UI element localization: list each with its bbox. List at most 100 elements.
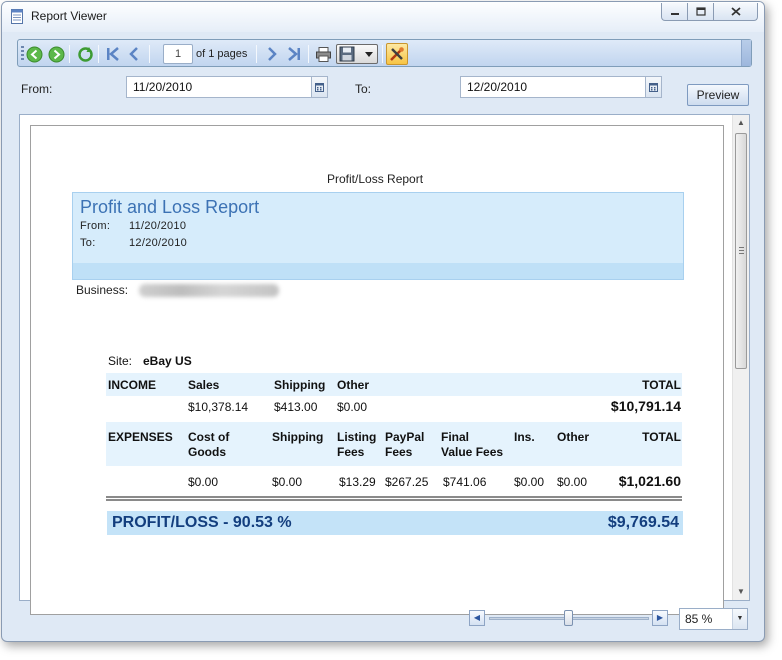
header-line: Final <box>441 430 470 444</box>
report-toolbar: 1 of 1 pages <box>17 39 752 67</box>
window-controls <box>661 3 758 21</box>
close-icon <box>730 7 741 16</box>
minimize-icon <box>670 12 679 15</box>
header-line: Fees <box>337 445 365 459</box>
report-to-value: 12/20/2010 <box>129 237 188 249</box>
first-page-button[interactable] <box>104 45 122 63</box>
zoom-in-icon[interactable]: ▶ <box>652 610 668 626</box>
site-label: Site: <box>108 354 133 368</box>
profit-loss-label: PROFIT/LOSS - 90.53 % <box>112 514 292 531</box>
expenses-shipping-value: $0.00 <box>272 475 303 489</box>
scroll-up-icon[interactable]: ▲ <box>733 115 749 131</box>
header-band <box>73 263 683 279</box>
last-page-icon <box>288 47 300 61</box>
expenses-label: EXPENSES <box>108 430 173 444</box>
calendar-icon[interactable] <box>311 77 327 97</box>
income-shipping-header: Shipping <box>274 378 326 392</box>
close-button[interactable] <box>714 3 758 21</box>
preview-button[interactable]: Preview <box>687 84 749 106</box>
toolbar-overflow[interactable] <box>741 40 751 66</box>
expenses-total-header: TOTAL <box>642 430 681 444</box>
site-value: eBay US <box>143 354 192 368</box>
toolbar-grip[interactable] <box>21 46 24 62</box>
to-date-field[interactable]: 12/20/2010 <box>460 76 662 98</box>
zoom-slider[interactable]: ◀ ▶ <box>469 609 669 627</box>
window-title: Report Viewer <box>31 9 107 23</box>
page-setup-button[interactable] <box>386 43 408 65</box>
header-line: Cost of <box>188 430 230 444</box>
zoom-level-dropdown[interactable]: 85 % ▼ <box>679 608 748 630</box>
last-page-button[interactable] <box>285 45 303 63</box>
next-page-button[interactable] <box>263 45 281 63</box>
previous-page-button[interactable] <box>125 45 143 63</box>
income-sales-value: $10,378.14 <box>188 400 249 414</box>
business-name-redacted <box>139 284 279 297</box>
vertical-scrollbar[interactable]: ▲ ▼ <box>732 115 749 600</box>
report-document-icon <box>11 9 23 24</box>
income-total-header: TOTAL <box>642 378 681 392</box>
from-date-value: 11/20/2010 <box>133 80 193 94</box>
scroll-down-icon[interactable]: ▼ <box>733 584 749 600</box>
expenses-shipping-header: Shipping <box>272 430 324 444</box>
forward-arrow-icon <box>48 46 64 62</box>
header-line: Goods <box>188 445 226 459</box>
income-shipping-value: $413.00 <box>274 400 318 414</box>
expenses-listing-fees-header: Listing Fees <box>337 430 376 460</box>
double-rule <box>106 496 682 501</box>
print-button[interactable] <box>314 45 332 63</box>
toolbar-separator <box>98 45 99 63</box>
report-to-label: To: <box>80 237 96 249</box>
page-count-label: of 1 pages <box>196 48 248 60</box>
expenses-cost-of-goods-header: Cost of Goods <box>188 430 229 460</box>
report-viewer-window: Report Viewer 1 of 1 pages From: 11/20/2… <box>1 1 765 642</box>
toolbar-separator <box>69 45 70 63</box>
income-total-value: $10,791.14 <box>610 398 681 414</box>
income-other-header: Other <box>337 378 370 392</box>
toolbar-separator <box>308 45 309 63</box>
from-label: From: <box>21 82 53 96</box>
to-date-value: 12/20/2010 <box>467 80 528 94</box>
back-arrow-icon <box>26 46 42 62</box>
report-header: Profit and Loss Report From: 11/20/2010 … <box>72 192 684 280</box>
maximize-icon <box>695 7 706 16</box>
save-disk-icon <box>339 46 355 62</box>
expenses-total-value: $1,021.60 <box>618 473 681 489</box>
calendar-icon[interactable] <box>645 77 661 97</box>
title-bar: Report Viewer <box>2 2 764 32</box>
report-from-label: From: <box>80 220 111 232</box>
back-button[interactable] <box>25 45 43 63</box>
expenses-cost-of-goods-value: $0.00 <box>188 475 219 489</box>
income-sales-header: Sales <box>188 378 220 392</box>
expenses-listing-fees-value: $13.29 <box>339 475 376 489</box>
maximize-button[interactable] <box>688 3 714 21</box>
report-from-value: 11/20/2010 <box>129 220 187 232</box>
report-to-line: To: 12/20/2010 <box>80 237 187 249</box>
business-label: Business: <box>76 283 129 297</box>
to-label: To: <box>355 82 372 96</box>
zoom-thumb[interactable] <box>564 610 573 626</box>
next-page-icon <box>268 47 277 61</box>
from-date-field[interactable]: 11/20/2010 <box>126 76 328 98</box>
tools-icon <box>390 47 404 61</box>
zoom-out-icon[interactable]: ◀ <box>469 610 485 626</box>
zoom-level-value: 85 % <box>685 612 713 626</box>
toolbar-separator <box>256 45 257 63</box>
toolbar-separator <box>149 45 150 63</box>
expenses-paypal-fees-header: PayPal Fees <box>385 430 424 460</box>
chevron-down-icon[interactable]: ▼ <box>732 609 747 629</box>
report-viewport[interactable]: Profit/Loss Report Profit and Loss Repor… <box>19 114 750 615</box>
export-dropdown[interactable] <box>336 44 378 64</box>
minimize-button[interactable] <box>661 3 688 21</box>
expenses-other-value: $0.00 <box>557 475 588 489</box>
refresh-button[interactable] <box>76 45 94 63</box>
header-line: PayPal <box>385 430 425 444</box>
expenses-ins-header: Ins. <box>514 430 535 444</box>
current-page-input[interactable]: 1 <box>163 44 193 64</box>
forward-button[interactable] <box>47 45 65 63</box>
chevron-down-icon <box>365 52 373 57</box>
header-line: Listing <box>337 430 377 444</box>
report-page: Profit/Loss Report Profit and Loss Repor… <box>30 125 724 615</box>
scroll-thumb[interactable] <box>735 133 747 369</box>
printer-icon <box>315 46 331 62</box>
grip-lines <box>739 247 744 254</box>
